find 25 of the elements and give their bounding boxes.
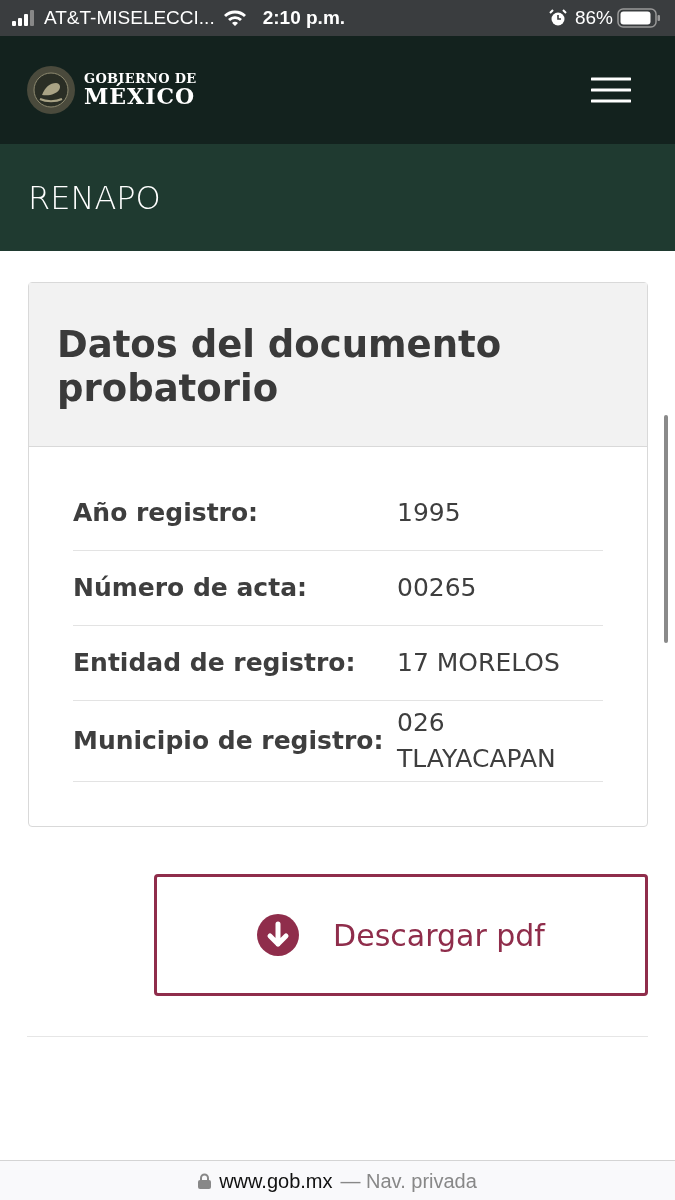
url-text: www.gob.mx <box>219 1168 333 1194</box>
field-label: Municipio de registro: <box>73 724 385 757</box>
field-label: Entidad de registro: <box>73 646 357 679</box>
download-button[interactable]: Descargar pdf <box>154 874 648 997</box>
field-value: 026 TLAYACAPAN <box>397 706 557 776</box>
battery-percent: 86% <box>574 5 613 30</box>
browsing-mode-text: — Nav. privada <box>340 1168 477 1194</box>
seal-icon <box>26 65 76 115</box>
carrier-name: AT&T-MISELECCI... <box>44 5 215 30</box>
section-title: RENAPO <box>28 177 161 219</box>
field-value: 00265 <box>397 571 478 604</box>
clock-time: 2:10 p.m. <box>262 5 346 30</box>
signal-icon <box>12 10 36 26</box>
field-value: 1995 <box>397 496 462 529</box>
field-value: 17 MORELOS <box>397 646 561 679</box>
battery-icon <box>617 8 661 28</box>
card-title: Datos del documento probatorio <box>57 323 503 412</box>
download-icon <box>257 914 300 957</box>
alarm-icon <box>548 9 567 27</box>
lock-icon <box>198 1172 212 1189</box>
wifi-icon <box>222 9 247 27</box>
logo-text: MÉXICO <box>84 84 197 109</box>
menu-icon[interactable] <box>591 77 631 103</box>
field-label: Año registro: <box>73 496 260 529</box>
field-label: Número de acta: <box>73 571 308 604</box>
